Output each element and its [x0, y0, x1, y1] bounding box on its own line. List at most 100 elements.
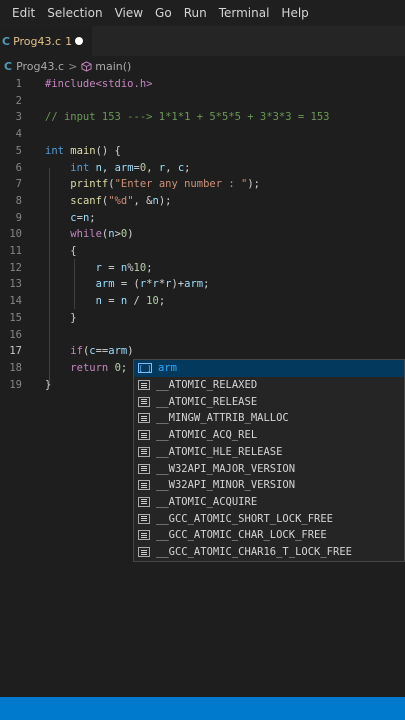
code-line[interactable]: 17 if(c==arm): [0, 343, 405, 360]
code-text: printf("Enter any number : ");: [45, 176, 260, 193]
line-number: 7: [15, 178, 22, 191]
suggestion-label: __W32API_MINOR_VERSION: [156, 479, 296, 492]
breadcrumb-file[interactable]: Prog43.c: [16, 60, 64, 73]
line-number: 8: [15, 194, 22, 207]
breadcrumb: C Prog43.c > main(): [0, 56, 405, 76]
menu-selection[interactable]: Selection: [41, 6, 108, 20]
constant-icon: [138, 430, 150, 441]
suggestion-item[interactable]: __GCC_ATOMIC_CHAR_LOCK_FREE: [134, 527, 404, 544]
code-text: int main() {: [45, 143, 121, 160]
code-line[interactable]: 2: [0, 93, 405, 110]
suggestion-item[interactable]: __GCC_ATOMIC_SHORT_LOCK_FREE: [134, 510, 404, 527]
code-line[interactable]: 1 #include<stdio.h>: [0, 76, 405, 93]
constant-icon: [138, 380, 150, 391]
menu-view[interactable]: View: [109, 6, 149, 20]
constant-icon: [138, 530, 150, 541]
breadcrumb-symbol[interactable]: main(): [95, 60, 131, 73]
code-token: ;: [184, 161, 191, 174]
menu-help[interactable]: Help: [275, 6, 314, 20]
code-line[interactable]: 9 c=n;: [0, 210, 405, 227]
code-line[interactable]: 16: [0, 327, 405, 344]
code-token: arm: [95, 278, 115, 291]
code-text: // input 153 ---> 1*1*1 + 5*5*5 + 3*3*3 …: [45, 109, 329, 126]
code-token: int: [45, 144, 71, 157]
code-token: ): [127, 228, 134, 241]
code-text: if(c==arm): [45, 343, 133, 360]
tab-label: Prog43.c: [13, 34, 62, 48]
code-line[interactable]: 5 int main() {: [0, 143, 405, 160]
suggestion-item[interactable]: __ATOMIC_ACQUIRE: [134, 494, 404, 511]
line-number: 11: [9, 245, 22, 257]
suggestion-item[interactable]: __GCC_ATOMIC_CHAR16_T_LOCK_FREE: [134, 544, 404, 561]
code-text: while(n>0): [45, 226, 134, 243]
suggestion-item[interactable]: __W32API_MAJOR_VERSION: [134, 460, 404, 477]
code-text: #include<stdio.h>: [45, 76, 152, 93]
problem-count-badge: 1: [65, 34, 73, 48]
suggestion-item[interactable]: [ ] arm: [134, 360, 404, 377]
menu-run[interactable]: Run: [178, 6, 213, 20]
code-token: "%d": [108, 194, 134, 207]
suggestion-label: __ATOMIC_ACQUIRE: [156, 495, 258, 508]
suggestion-item[interactable]: __ATOMIC_RELEASE: [134, 393, 404, 410]
code-token: scanf: [70, 194, 102, 207]
suggestion-item[interactable]: __W32API_MINOR_VERSION: [134, 477, 404, 494]
suggestion-label: __GCC_ATOMIC_SHORT_LOCK_FREE: [156, 512, 334, 525]
line-number: 6: [15, 161, 22, 174]
code-line[interactable]: 11 {: [0, 243, 405, 260]
tab-prog43[interactable]: C Prog43.c 1: [0, 26, 92, 56]
code-token: 10: [133, 261, 147, 274]
code-line[interactable]: 10 while(n>0): [0, 226, 405, 243]
line-number: 5: [15, 144, 22, 157]
code-token: ,: [165, 161, 178, 174]
code-line[interactable]: 14 n = n / 10;: [0, 293, 405, 310]
suggestion-item[interactable]: __ATOMIC_ACQ_REL: [134, 427, 404, 444]
suggestion-item[interactable]: __MINGW_ATTRIB_MALLOC: [134, 410, 404, 427]
code-line[interactable]: 15 }: [0, 310, 405, 327]
code-line[interactable]: 13 arm = (r*r*r)+arm;: [0, 276, 405, 293]
code-text: {: [45, 243, 76, 260]
menu-terminal[interactable]: Terminal: [213, 6, 276, 20]
menu-go[interactable]: Go: [149, 6, 178, 20]
menu-edit[interactable]: Edit: [6, 6, 41, 20]
line-number: 1: [15, 78, 22, 90]
code-token: if: [70, 345, 83, 358]
suggestion-label: __W32API_MAJOR_VERSION: [156, 462, 296, 475]
code-token: ;: [89, 211, 96, 224]
line-number: 14: [9, 295, 22, 308]
cube-icon: [81, 60, 92, 72]
line-number: 10: [9, 228, 22, 241]
suggestion-label: __GCC_ATOMIC_CHAR_LOCK_FREE: [156, 529, 327, 542]
code-line[interactable]: 4: [0, 126, 405, 143]
constant-icon: [138, 446, 150, 457]
constant-icon: [138, 513, 150, 524]
unsaved-dot-icon[interactable]: [75, 37, 83, 45]
line-number: 15: [9, 311, 22, 324]
code-token: ;: [158, 295, 166, 308]
code-line[interactable]: 8 scanf("%d", &n);: [0, 193, 405, 210]
code-token: printf: [70, 178, 109, 191]
code-text: return 0;: [45, 360, 127, 377]
line-number: 3: [15, 111, 22, 124]
code-line[interactable]: 3 // input 153 ---> 1*1*1 + 5*5*5 + 3*3*3…: [0, 109, 405, 126]
code-token: );: [247, 178, 260, 191]
suggestion-label: __MINGW_ATTRIB_MALLOC: [156, 412, 289, 425]
code-token: =: [101, 261, 121, 274]
suggestion-item[interactable]: __ATOMIC_HLE_RELEASE: [134, 444, 404, 461]
suggestion-label: __GCC_ATOMIC_CHAR16_T_LOCK_FREE: [156, 546, 352, 559]
code-token: , &: [133, 194, 153, 207]
constant-icon: [138, 547, 150, 558]
code-line[interactable]: 7 printf("Enter any number : ");: [0, 176, 405, 193]
code-token: int: [70, 161, 96, 174]
code-line[interactable]: 6 int n, arm=0, r, c;: [0, 160, 405, 177]
line-number: 13: [9, 278, 22, 291]
constant-icon: [138, 496, 150, 507]
code-line[interactable]: 12 r = n%10;: [0, 260, 405, 277]
suggestion-item[interactable]: __ATOMIC_RELAXED: [134, 377, 404, 394]
code-token: )+: [171, 278, 185, 291]
line-number: 17: [9, 345, 22, 358]
